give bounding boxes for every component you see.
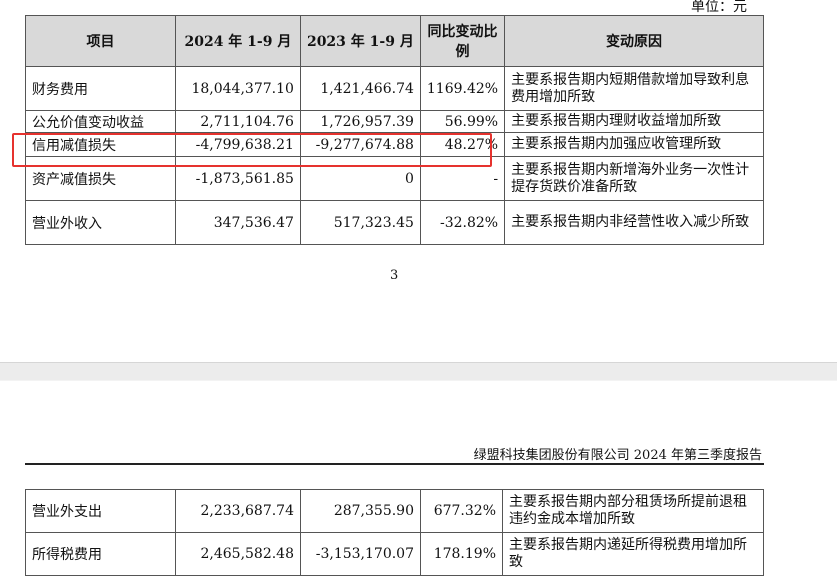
row-2024-value: 347,536.47 bbox=[174, 200, 301, 245]
row-change: 56.99% bbox=[419, 110, 506, 133]
table-row: 所得税费用 2,465,582.48 -3,153,170.07 178.19%… bbox=[25, 532, 764, 576]
row-2023-value: 1,421,466.74 bbox=[299, 66, 421, 111]
change-table-bottom: 营业外支出 2,233,687.74 287,355.90 677.32% 主要… bbox=[25, 489, 764, 576]
header-change: 同比变动比例 bbox=[419, 15, 506, 67]
row-change: 677.32% bbox=[420, 489, 503, 533]
document-header: 绿盟科技集团股份有限公司 2024 年第三季度报告 bbox=[473, 448, 762, 463]
header-rule bbox=[25, 463, 764, 465]
row-reason: 主要系报告期内部分租赁场所提前退租违约金成本增加所致 bbox=[502, 489, 764, 533]
row-item: 财务费用 bbox=[25, 66, 176, 111]
row-item: 营业外收入 bbox=[25, 200, 176, 245]
header-2023: 2023 年 1-9 月 bbox=[299, 15, 421, 67]
row-change: 1169.42% bbox=[419, 66, 506, 111]
row-item: 所得税费用 bbox=[25, 532, 176, 576]
page-break-line bbox=[0, 380, 837, 381]
row-reason: 主要系报告期内非经营性收入减少所致 bbox=[504, 200, 764, 245]
row-change: -32.82% bbox=[419, 200, 506, 245]
header-item: 项目 bbox=[25, 15, 176, 67]
page-number: 3 bbox=[390, 268, 399, 283]
row-2024-value: 18,044,377.10 bbox=[174, 66, 301, 111]
row-2023-value: 1,726,957.39 bbox=[299, 110, 421, 133]
row-2023-value: 287,355.90 bbox=[300, 489, 421, 533]
row-2024-value: 2,465,582.48 bbox=[175, 532, 301, 576]
table-row: 财务费用 18,044,377.10 1,421,466.74 1169.42%… bbox=[25, 66, 764, 111]
row-reason: 主要系报告期内短期借款增加导致利息费用增加所致 bbox=[504, 66, 764, 111]
table-row: 营业外支出 2,233,687.74 287,355.90 677.32% 主要… bbox=[25, 489, 764, 533]
row-reason: 主要系报告期内新增海外业务一次性计提存货跌价准备所致 bbox=[504, 156, 764, 201]
unit-label: 单位：元 bbox=[691, 0, 747, 15]
row-reason: 主要系报告期内递延所得税费用增加所致 bbox=[502, 532, 764, 576]
row-reason: 主要系报告期内加强应收管理所致 bbox=[504, 132, 764, 157]
row-2024-value: 2,711,104.76 bbox=[174, 110, 301, 133]
table-header-row: 项目 2024 年 1-9 月 2023 年 1-9 月 同比变动比例 变动原因 bbox=[25, 15, 764, 67]
change-table-top: 项目 2024 年 1-9 月 2023 年 1-9 月 同比变动比例 变动原因… bbox=[25, 15, 764, 245]
row-item: 公允价值变动收益 bbox=[25, 110, 176, 133]
row-item: 营业外支出 bbox=[25, 489, 176, 533]
row-2023-value: 517,323.45 bbox=[299, 200, 421, 245]
header-2024: 2024 年 1-9 月 bbox=[174, 15, 301, 67]
table-row: 营业外收入 347,536.47 517,323.45 -32.82% 主要系报… bbox=[25, 200, 764, 245]
row-2024-value: 2,233,687.74 bbox=[175, 489, 301, 533]
table-row: 公允价值变动收益 2,711,104.76 1,726,957.39 56.99… bbox=[25, 110, 764, 133]
row-change: 178.19% bbox=[420, 532, 503, 576]
highlight-box bbox=[12, 133, 492, 167]
page-break-band bbox=[0, 362, 837, 381]
header-reason: 变动原因 bbox=[504, 15, 764, 67]
row-2023-value: -3,153,170.07 bbox=[300, 532, 421, 576]
row-reason: 主要系报告期内理财收益增加所致 bbox=[504, 110, 764, 133]
